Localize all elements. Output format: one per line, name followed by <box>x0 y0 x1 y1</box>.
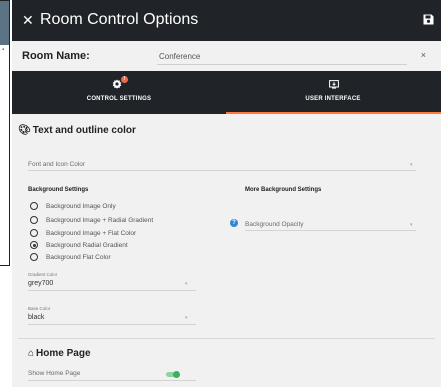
gradient-color-select[interactable]: grey700 <box>28 280 53 287</box>
user-interface-panel: 🎨︎ Text and outline color Font and Icon C… <box>12 114 441 387</box>
background-opacity-underline <box>245 230 416 231</box>
chevron-down-icon: ▾ <box>410 162 413 168</box>
help-icon[interactable]: ? <box>230 219 238 227</box>
radio-background-image-radial-gradient[interactable] <box>30 216 38 224</box>
chevron-down-icon: ▾ <box>185 315 188 321</box>
radio-label-image-only: Background Image Only <box>46 203 116 210</box>
user-interface-icon <box>329 80 339 89</box>
radio-label-image-flat-color: Background Image + Flat Color <box>46 230 137 237</box>
dialog-titlebar: ✕ Room Control Options <box>12 0 441 41</box>
background-window-image <box>0 1 9 45</box>
section-divider <box>18 338 435 339</box>
background-settings-heading: Background Settings <box>28 187 89 193</box>
radio-background-image-flat-color[interactable] <box>30 229 38 237</box>
gradient-color-label: Gradient Color <box>28 272 58 277</box>
more-background-settings-heading: More Background Settings <box>245 187 322 193</box>
home-page-heading-label: Home Page <box>36 348 91 359</box>
settings-tabs: ! CONTROL SETTINGS USER INTERFACE <box>12 71 441 114</box>
show-home-page-toggle-thumb[interactable] <box>173 371 180 378</box>
home-page-heading: ⌂ Home Page <box>28 348 91 359</box>
font-icon-color-underline <box>28 170 416 171</box>
room-control-options-dialog: ✕ Room Control Options Room Name: × ! CO… <box>12 0 441 387</box>
radio-background-image-only[interactable] <box>30 202 38 210</box>
room-name-label: Room Name: <box>22 50 90 62</box>
tab-control-settings[interactable]: ! CONTROL SETTINGS <box>12 71 226 114</box>
background-window-marker: ▪ <box>2 47 5 53</box>
gradient-color-underline <box>28 290 196 291</box>
radio-label-radial-gradient: Background Radial Gradient <box>46 242 128 249</box>
clear-room-name-button[interactable]: × <box>421 50 426 60</box>
text-outline-heading-label: Text and outline color <box>32 125 136 136</box>
room-name-row: Room Name: × <box>12 41 441 71</box>
font-icon-color-field[interactable]: Font and Icon Color <box>28 161 85 168</box>
show-home-page-label: Show Home Page <box>28 370 81 377</box>
radio-label-flat-color: Background Flat Color <box>46 254 111 261</box>
room-name-input[interactable] <box>157 49 407 65</box>
save-icon[interactable] <box>423 14 434 25</box>
dialog-title: Room Control Options <box>40 11 199 28</box>
tab-user-interface[interactable]: USER INTERFACE <box>226 71 441 114</box>
base-color-select[interactable]: black <box>28 314 44 321</box>
chevron-down-icon: ▾ <box>410 222 413 228</box>
background-window: ▪ <box>0 0 10 266</box>
home-icon: ⌂ <box>28 348 35 359</box>
text-outline-heading: 🎨︎ Text and outline color <box>18 125 136 136</box>
tab-user-interface-label: USER INTERFACE <box>305 96 361 102</box>
radio-background-flat-color[interactable] <box>30 253 38 261</box>
background-opacity-field[interactable]: Background Opacity <box>245 221 304 228</box>
warning-badge: ! <box>121 76 128 83</box>
tab-control-settings-label: CONTROL SETTINGS <box>86 96 152 102</box>
base-color-underline <box>28 324 196 325</box>
show-home-page-underline <box>28 380 196 381</box>
radio-label-image-radial-gradient: Background Image + Radial Gradient <box>46 217 154 224</box>
base-color-label: Base Color <box>28 306 51 311</box>
close-icon[interactable]: ✕ <box>22 12 34 28</box>
radio-background-radial-gradient[interactable] <box>30 241 38 249</box>
chevron-down-icon: ▾ <box>185 281 188 287</box>
palette-icon: 🎨︎ <box>18 125 31 136</box>
